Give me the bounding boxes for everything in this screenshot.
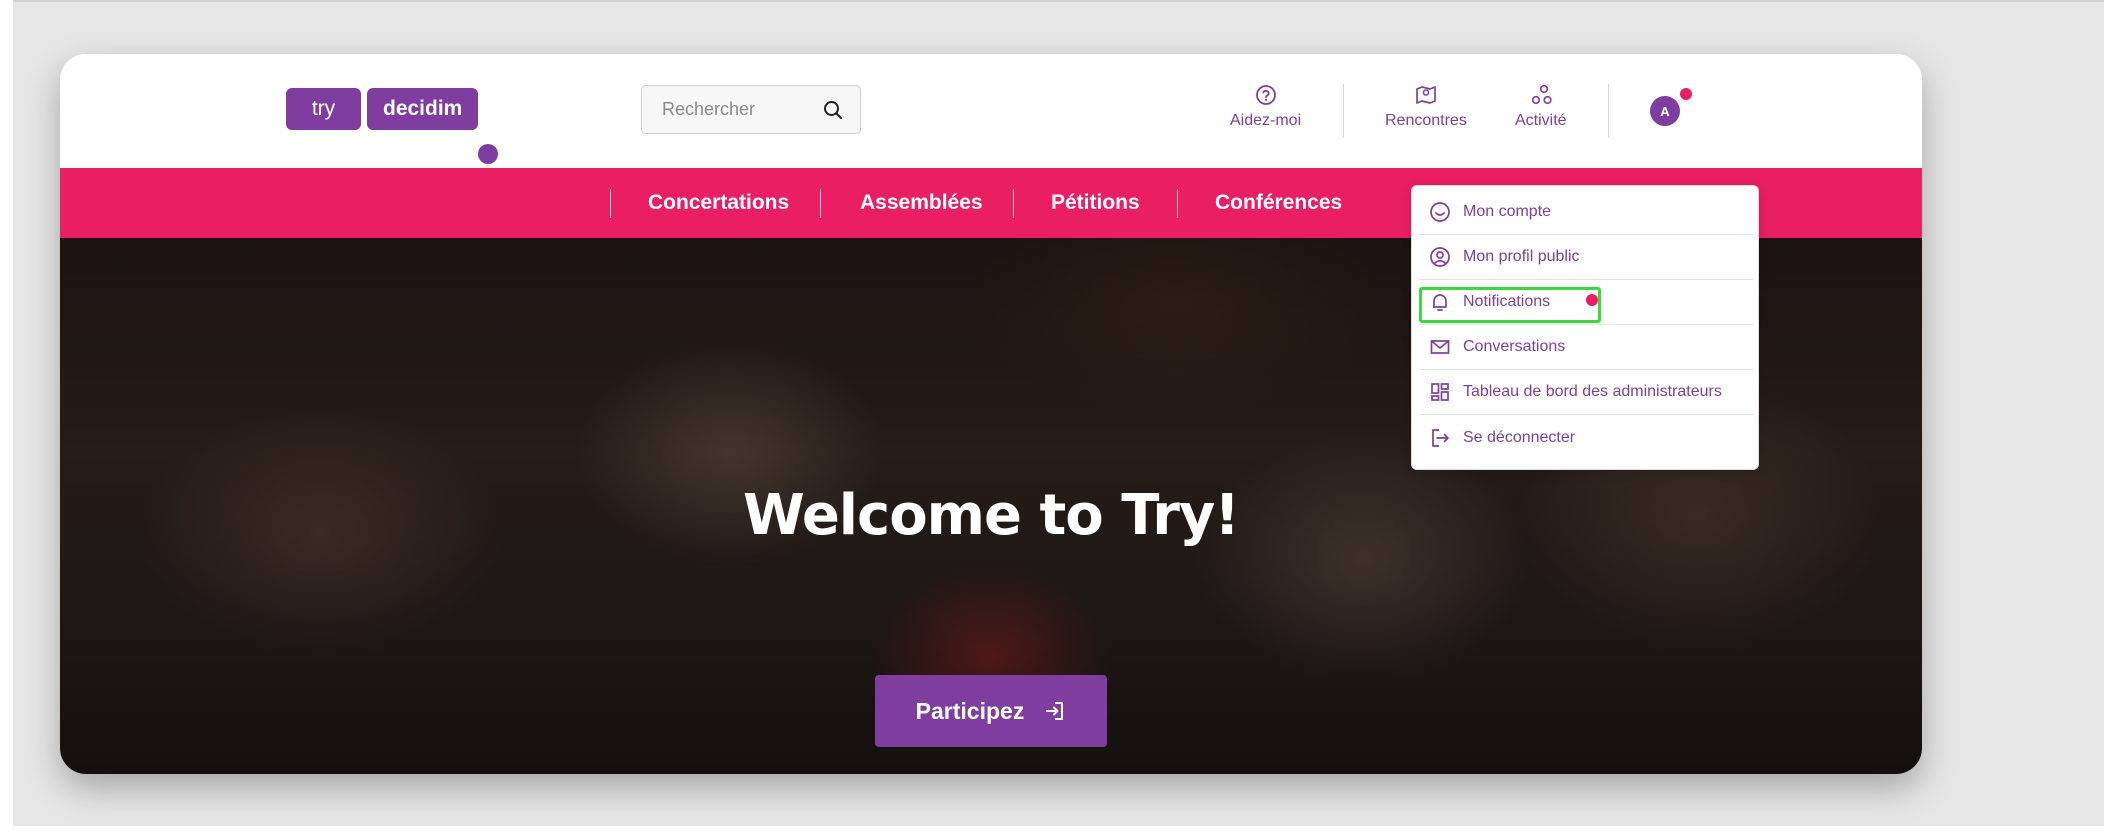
menu-item-logout[interactable]: Se déconnecter bbox=[1419, 415, 1753, 460]
menu-item-conversations[interactable]: Conversations bbox=[1419, 325, 1753, 370]
mail-icon bbox=[1429, 336, 1451, 358]
logo[interactable]: try decidim bbox=[286, 88, 498, 164]
menu-label: Tableau de bord des administrateurs bbox=[1463, 383, 1722, 400]
map-pin-icon bbox=[1414, 84, 1438, 106]
notifications-highlight bbox=[1419, 287, 1601, 323]
sign-in-icon bbox=[1044, 700, 1066, 722]
logout-icon bbox=[1429, 427, 1451, 449]
menu-label: Mon profil public bbox=[1463, 248, 1580, 265]
nav-item-petitions[interactable]: Pétitions bbox=[1051, 168, 1140, 238]
menu-item-admin-dashboard[interactable]: Tableau de bord des administrateurs bbox=[1419, 370, 1753, 415]
search-input[interactable] bbox=[642, 86, 817, 133]
activity-link[interactable]: Activité bbox=[1515, 84, 1567, 130]
avatar[interactable]: A bbox=[1650, 96, 1680, 126]
meetings-link[interactable]: Rencontres bbox=[1385, 84, 1467, 130]
participate-label: Participez bbox=[915, 697, 1025, 724]
meetings-label: Rencontres bbox=[1385, 112, 1467, 129]
smile-icon bbox=[1429, 201, 1451, 223]
activity-icon bbox=[1529, 84, 1553, 106]
menu-item-my-account[interactable]: Mon compte bbox=[1419, 190, 1753, 235]
help-circle-icon bbox=[1255, 84, 1277, 106]
help-label: Aidez-moi bbox=[1230, 112, 1302, 129]
nav-separator bbox=[1013, 189, 1014, 218]
logo-try: try bbox=[286, 88, 361, 130]
hero-title: Welcome to Try! bbox=[743, 483, 1240, 548]
header-divider bbox=[1608, 84, 1609, 138]
nav-separator bbox=[1177, 189, 1178, 218]
activity-label: Activité bbox=[1515, 112, 1567, 129]
menu-item-public-profile[interactable]: Mon profil public bbox=[1419, 235, 1753, 280]
notification-badge bbox=[1680, 88, 1692, 100]
search-box bbox=[641, 85, 861, 134]
header-divider bbox=[1343, 84, 1344, 138]
nav-separator bbox=[610, 189, 611, 218]
help-link[interactable]: Aidez-moi bbox=[1230, 84, 1301, 130]
browser-window: try decidim Aidez-moi Rencontres bbox=[60, 54, 1922, 774]
nav-item-conferences[interactable]: Conférences bbox=[1215, 168, 1342, 238]
menu-label: Se déconnecter bbox=[1463, 428, 1576, 446]
menu-label: Mon compte bbox=[1463, 203, 1552, 220]
logo-dot bbox=[478, 144, 498, 164]
dashboard-icon bbox=[1429, 381, 1451, 403]
nav-item-concertations[interactable]: Concertations bbox=[648, 168, 789, 238]
search-icon[interactable] bbox=[822, 99, 844, 121]
logo-decidim: decidim bbox=[367, 88, 479, 130]
participate-button[interactable]: Participez bbox=[875, 675, 1107, 747]
user-menu-dropdown: Mon compte Mon profil public Notificatio… bbox=[1411, 185, 1759, 470]
user-circle-icon bbox=[1429, 246, 1451, 268]
nav-item-assemblees[interactable]: Assemblées bbox=[860, 168, 983, 238]
site-header: try decidim Aidez-moi Rencontres bbox=[60, 54, 1922, 168]
nav-separator bbox=[820, 189, 821, 218]
menu-label: Conversations bbox=[1463, 338, 1566, 355]
